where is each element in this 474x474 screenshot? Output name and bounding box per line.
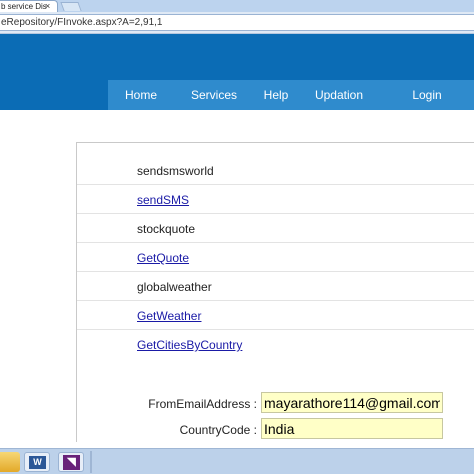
from-email-field[interactable] bbox=[261, 392, 443, 413]
service-row: sendsmsworld bbox=[77, 156, 474, 185]
service-name: stockquote bbox=[137, 222, 196, 236]
visual-studio-icon: ◥ bbox=[63, 455, 80, 470]
service-row: stockquote bbox=[77, 214, 474, 243]
address-bar: eRepository/FInvoke.aspx?A=2,91,1 bbox=[0, 12, 474, 34]
services-panel: sendsmsworld sendSMS stockquote GetQuote… bbox=[76, 142, 474, 442]
method-row: GetWeather bbox=[77, 301, 474, 330]
nav-help[interactable]: Help bbox=[254, 80, 298, 110]
word-icon: W bbox=[29, 456, 46, 469]
nav-login[interactable]: Login bbox=[380, 80, 474, 110]
browser-tab-strip: b service Dis × bbox=[0, 0, 474, 12]
nav-services[interactable]: Services bbox=[174, 80, 254, 110]
browser-tab[interactable]: b service Dis × bbox=[0, 0, 58, 12]
main-nav: Home Services Help Updation Login bbox=[108, 80, 474, 110]
nav-updation[interactable]: Updation bbox=[298, 80, 380, 110]
method-row: sendSMS bbox=[77, 185, 474, 214]
method-row: GetQuote bbox=[77, 243, 474, 272]
from-email-label: FromEmailAddress : bbox=[148, 397, 257, 411]
from-email-row: FromEmailAddress : bbox=[77, 393, 257, 415]
method-link-getquote[interactable]: GetQuote bbox=[137, 251, 189, 265]
taskbar-divider bbox=[90, 451, 92, 473]
url-input[interactable]: eRepository/FInvoke.aspx?A=2,91,1 bbox=[0, 14, 474, 31]
country-code-label: CountryCode : bbox=[179, 423, 257, 437]
country-code-row: CountryCode : bbox=[77, 419, 257, 441]
close-tab-icon[interactable]: × bbox=[45, 1, 50, 12]
file-explorer-icon[interactable] bbox=[0, 452, 20, 472]
method-link-getcitiesbycountry[interactable]: GetCitiesByCountry bbox=[137, 338, 242, 352]
taskbar: W ◥ bbox=[0, 448, 474, 474]
service-name: globalweather bbox=[137, 280, 212, 294]
new-tab-button[interactable] bbox=[60, 2, 82, 11]
word-taskbar-button[interactable]: W bbox=[24, 452, 50, 472]
browser-tab-title: b service Dis bbox=[1, 2, 47, 11]
visual-studio-taskbar-button[interactable]: ◥ bbox=[58, 452, 84, 472]
service-row: globalweather bbox=[77, 272, 474, 301]
method-row: GetCitiesByCountry bbox=[77, 330, 474, 359]
method-link-getweather[interactable]: GetWeather bbox=[137, 309, 201, 323]
service-name: sendsmsworld bbox=[137, 164, 214, 178]
nav-home[interactable]: Home bbox=[108, 80, 174, 110]
method-link-sendsms[interactable]: sendSMS bbox=[137, 193, 189, 207]
country-code-field[interactable] bbox=[261, 418, 443, 439]
